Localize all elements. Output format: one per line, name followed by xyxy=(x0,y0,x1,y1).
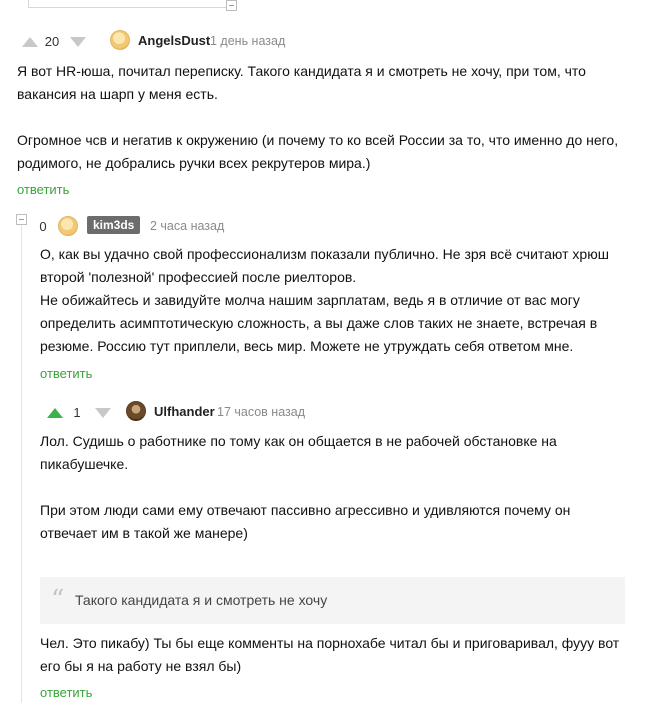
avatar[interactable] xyxy=(110,30,130,50)
avatar[interactable] xyxy=(58,216,78,236)
username[interactable]: AngelsDust xyxy=(138,33,210,48)
reply-link[interactable]: ответить xyxy=(40,366,92,381)
thread-line xyxy=(28,0,229,8)
comment-line: определить асимптотическую сложность, а … xyxy=(40,315,598,331)
timestamp[interactable]: 17 часов назад xyxy=(217,405,305,419)
comment-line: О, как вы удачно свой профессионализм по… xyxy=(40,246,609,262)
quote-icon: “ xyxy=(51,585,65,615)
comment-line: При этом люди сами ему отвечают пассивно… xyxy=(40,502,571,518)
comment-line: второй 'полезной' профессией после риелт… xyxy=(40,269,357,285)
comment-body: Я вот HR-юша, почитал переписку. Такого … xyxy=(17,60,637,175)
vote-block: 20 xyxy=(22,34,86,49)
comment-line: пикабушечке. xyxy=(40,456,129,472)
reply-link[interactable]: ответить xyxy=(40,685,92,700)
downvote-icon[interactable] xyxy=(95,407,111,418)
collapse-toggle[interactable] xyxy=(226,0,237,11)
username-badge[interactable]: kim3ds xyxy=(87,216,141,234)
comment-line: Чел. Это пикабу) Ты бы еще комменты на п… xyxy=(40,635,620,651)
reply-link[interactable]: ответить xyxy=(17,182,69,197)
comment-line: его бы я на работу не взял бы) xyxy=(40,658,242,674)
upvote-icon[interactable] xyxy=(22,36,38,47)
quote-text: Такого кандидата я и смотреть не хочу xyxy=(75,592,328,608)
timestamp[interactable]: 1 день назад xyxy=(210,34,285,48)
quote-block: “ Такого кандидата я и смотреть не хочу xyxy=(40,577,625,624)
avatar[interactable] xyxy=(126,401,146,421)
rating-count: 1 xyxy=(73,405,81,420)
comment-spacer xyxy=(17,106,637,129)
thread-line xyxy=(21,220,22,703)
timestamp[interactable]: 2 часа назад xyxy=(150,219,224,233)
previous-thread-edge xyxy=(0,0,650,12)
comment-line: родимого, не добрались ручки всех рекрут… xyxy=(17,155,371,171)
comment-line: отвечает им в такой же манере) xyxy=(40,525,248,541)
comment-line: Лол. Судишь о работнике по тому как он о… xyxy=(40,433,557,449)
comment-spacer xyxy=(40,476,640,499)
comment-line: Я вот HR-юша, почитал переписку. Такого … xyxy=(17,63,586,79)
comment-line: вакансия на шарп у меня есть. xyxy=(17,86,218,102)
comment-body-continued: Чел. Это пикабу) Ты бы еще комменты на п… xyxy=(40,632,640,678)
downvote-icon[interactable] xyxy=(70,36,86,47)
username[interactable]: Ulfhander xyxy=(154,404,215,419)
comment-line: резюме. Россию тут приплели, весь мир. М… xyxy=(40,338,574,354)
rating-count: 20 xyxy=(44,34,60,49)
upvote-icon[interactable] xyxy=(47,407,63,418)
comment-line: Не обижайтесь и завидуйте молча нашим за… xyxy=(40,292,580,308)
comment-line: Огромное чсв и негатив к окружению (и по… xyxy=(17,132,619,148)
rating-count: 0 xyxy=(39,219,47,234)
collapse-toggle[interactable] xyxy=(16,214,27,225)
comment-body: Лол. Судишь о работнике по тому как он о… xyxy=(40,430,640,545)
comment-body: О, как вы удачно свой профессионализм по… xyxy=(40,243,640,358)
vote-block: 1 xyxy=(47,405,111,420)
